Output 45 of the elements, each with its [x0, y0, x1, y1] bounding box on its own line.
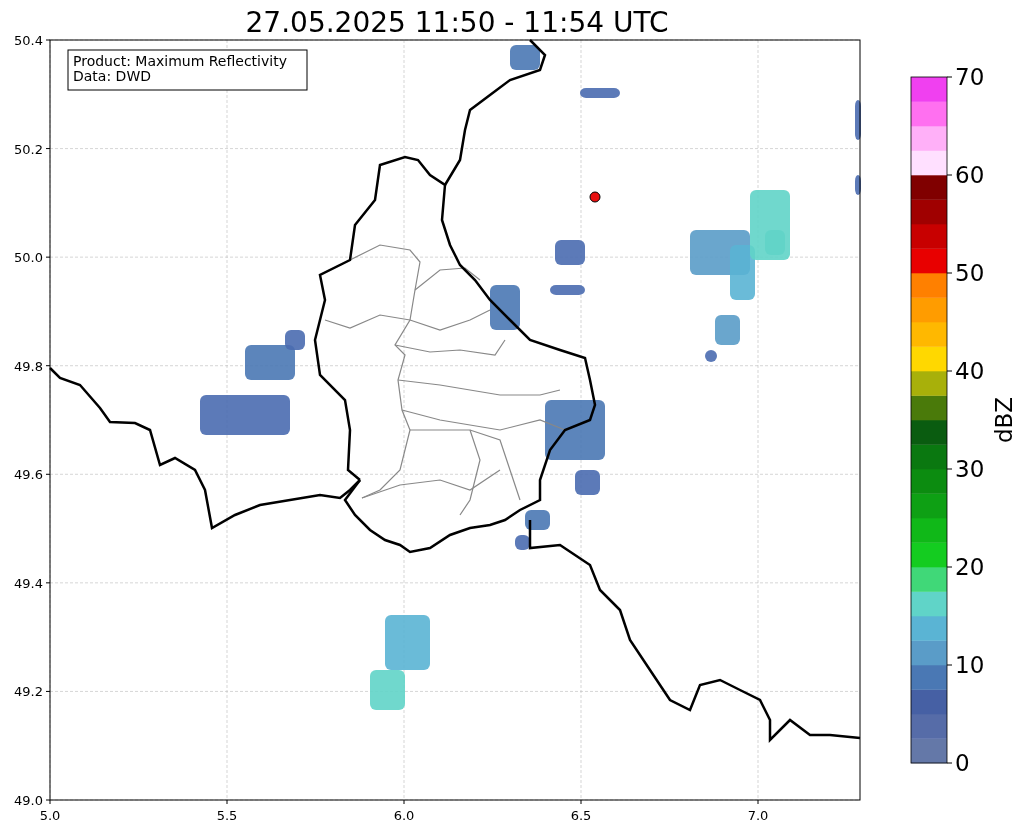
tick-mark — [946, 76, 953, 78]
axis-tick-label: 6.5 — [570, 808, 592, 823]
axis-tick-label: 50.2 — [14, 141, 43, 157]
tick-mark — [45, 582, 51, 584]
colorbar-tick-label: 20 — [955, 554, 985, 580]
info-text: Data: DWD — [73, 68, 151, 84]
colorbar-tick-label: 60 — [955, 162, 985, 188]
tick-mark — [45, 365, 51, 367]
tick-mark — [946, 566, 953, 568]
tick-mark — [45, 148, 51, 150]
tick-mark — [226, 799, 228, 805]
tick-mark — [580, 799, 582, 805]
colorbar-tick-label: 10 — [955, 652, 985, 678]
tick-mark — [946, 370, 953, 372]
colorbar-label: dBZ — [991, 396, 1017, 444]
colorbar-tick-label: 40 — [955, 358, 985, 384]
tick-mark — [946, 664, 953, 666]
axis-tick-label: 49.8 — [14, 358, 43, 374]
axis-tick-label: 49.6 — [14, 467, 43, 483]
axis-tick-label: 7.0 — [747, 808, 769, 823]
tick-mark — [757, 799, 759, 805]
colorbar-tick-label: 50 — [955, 260, 985, 286]
tick-mark — [946, 762, 953, 764]
axis-tick-label: 49.0 — [14, 793, 43, 808]
tick-mark — [45, 256, 51, 258]
tick-mark — [946, 468, 953, 470]
axis-tick-label: 5.0 — [39, 808, 61, 823]
axis-tick-label: 49.4 — [14, 575, 43, 591]
axis-tick-label: 6.0 — [393, 808, 415, 823]
tick-mark — [946, 174, 953, 176]
tick-mark — [45, 39, 51, 41]
tick-mark — [403, 799, 405, 805]
chart-title: 27.05.2025 11:50 - 11:54 UTC — [245, 6, 669, 39]
axis-tick-label: 50.0 — [14, 250, 43, 266]
axis-tick-label: 49.2 — [14, 684, 43, 700]
tick-mark — [45, 690, 51, 692]
axis-tick-label: 50.4 — [14, 33, 43, 48]
axis-tick-label: 5.5 — [216, 808, 238, 823]
tick-mark — [45, 473, 51, 475]
location-marker — [589, 191, 601, 203]
colorbar-tick-label: 0 — [955, 750, 970, 776]
colorbar-tick-label: 30 — [955, 456, 985, 482]
colorbar-tick-label: 70 — [955, 64, 985, 90]
tick-mark — [946, 272, 953, 274]
info-text: Product: Maximum Reflectivity — [73, 53, 287, 69]
